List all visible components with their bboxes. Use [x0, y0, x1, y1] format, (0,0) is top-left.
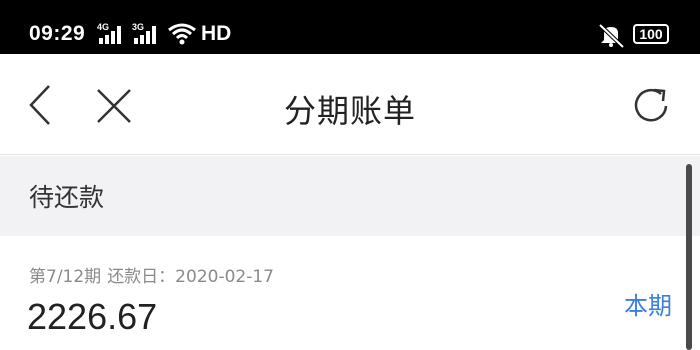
bill-meta: 第7/12期 还款日：2020-02-17	[29, 262, 280, 287]
bill-due-date: 还款日：2020-02-17	[107, 267, 274, 287]
mute-bell-icon	[598, 23, 625, 48]
battery-icon: 100	[633, 24, 669, 44]
page-title: 分期账单	[283, 92, 416, 130]
bill-amount: 2226.67	[27, 296, 158, 337]
refresh-button[interactable]	[630, 84, 674, 128]
bill-period: 第7/12期	[29, 267, 102, 287]
status-time: 09:29	[29, 22, 86, 45]
section-title: 待还款	[29, 183, 105, 212]
scrollbar[interactable]	[686, 164, 692, 350]
section-header: 待还款	[0, 156, 700, 236]
signal-4g-icon: 4G	[97, 22, 125, 46]
battery-level: 100	[639, 26, 663, 42]
wifi-icon	[168, 23, 196, 45]
current-period-link[interactable]: 本期	[624, 286, 672, 321]
signal-3g-icon: 3G	[132, 22, 160, 46]
status-bar: 09:29 4G 3G HD 100	[0, 0, 700, 54]
nav-bar: 分期账单	[0, 54, 700, 155]
hd-indicator: HD	[201, 22, 232, 45]
refresh-icon	[634, 88, 668, 122]
bill-row[interactable]: 第7/12期 还款日：2020-02-17 2226.67 本期	[0, 236, 700, 350]
